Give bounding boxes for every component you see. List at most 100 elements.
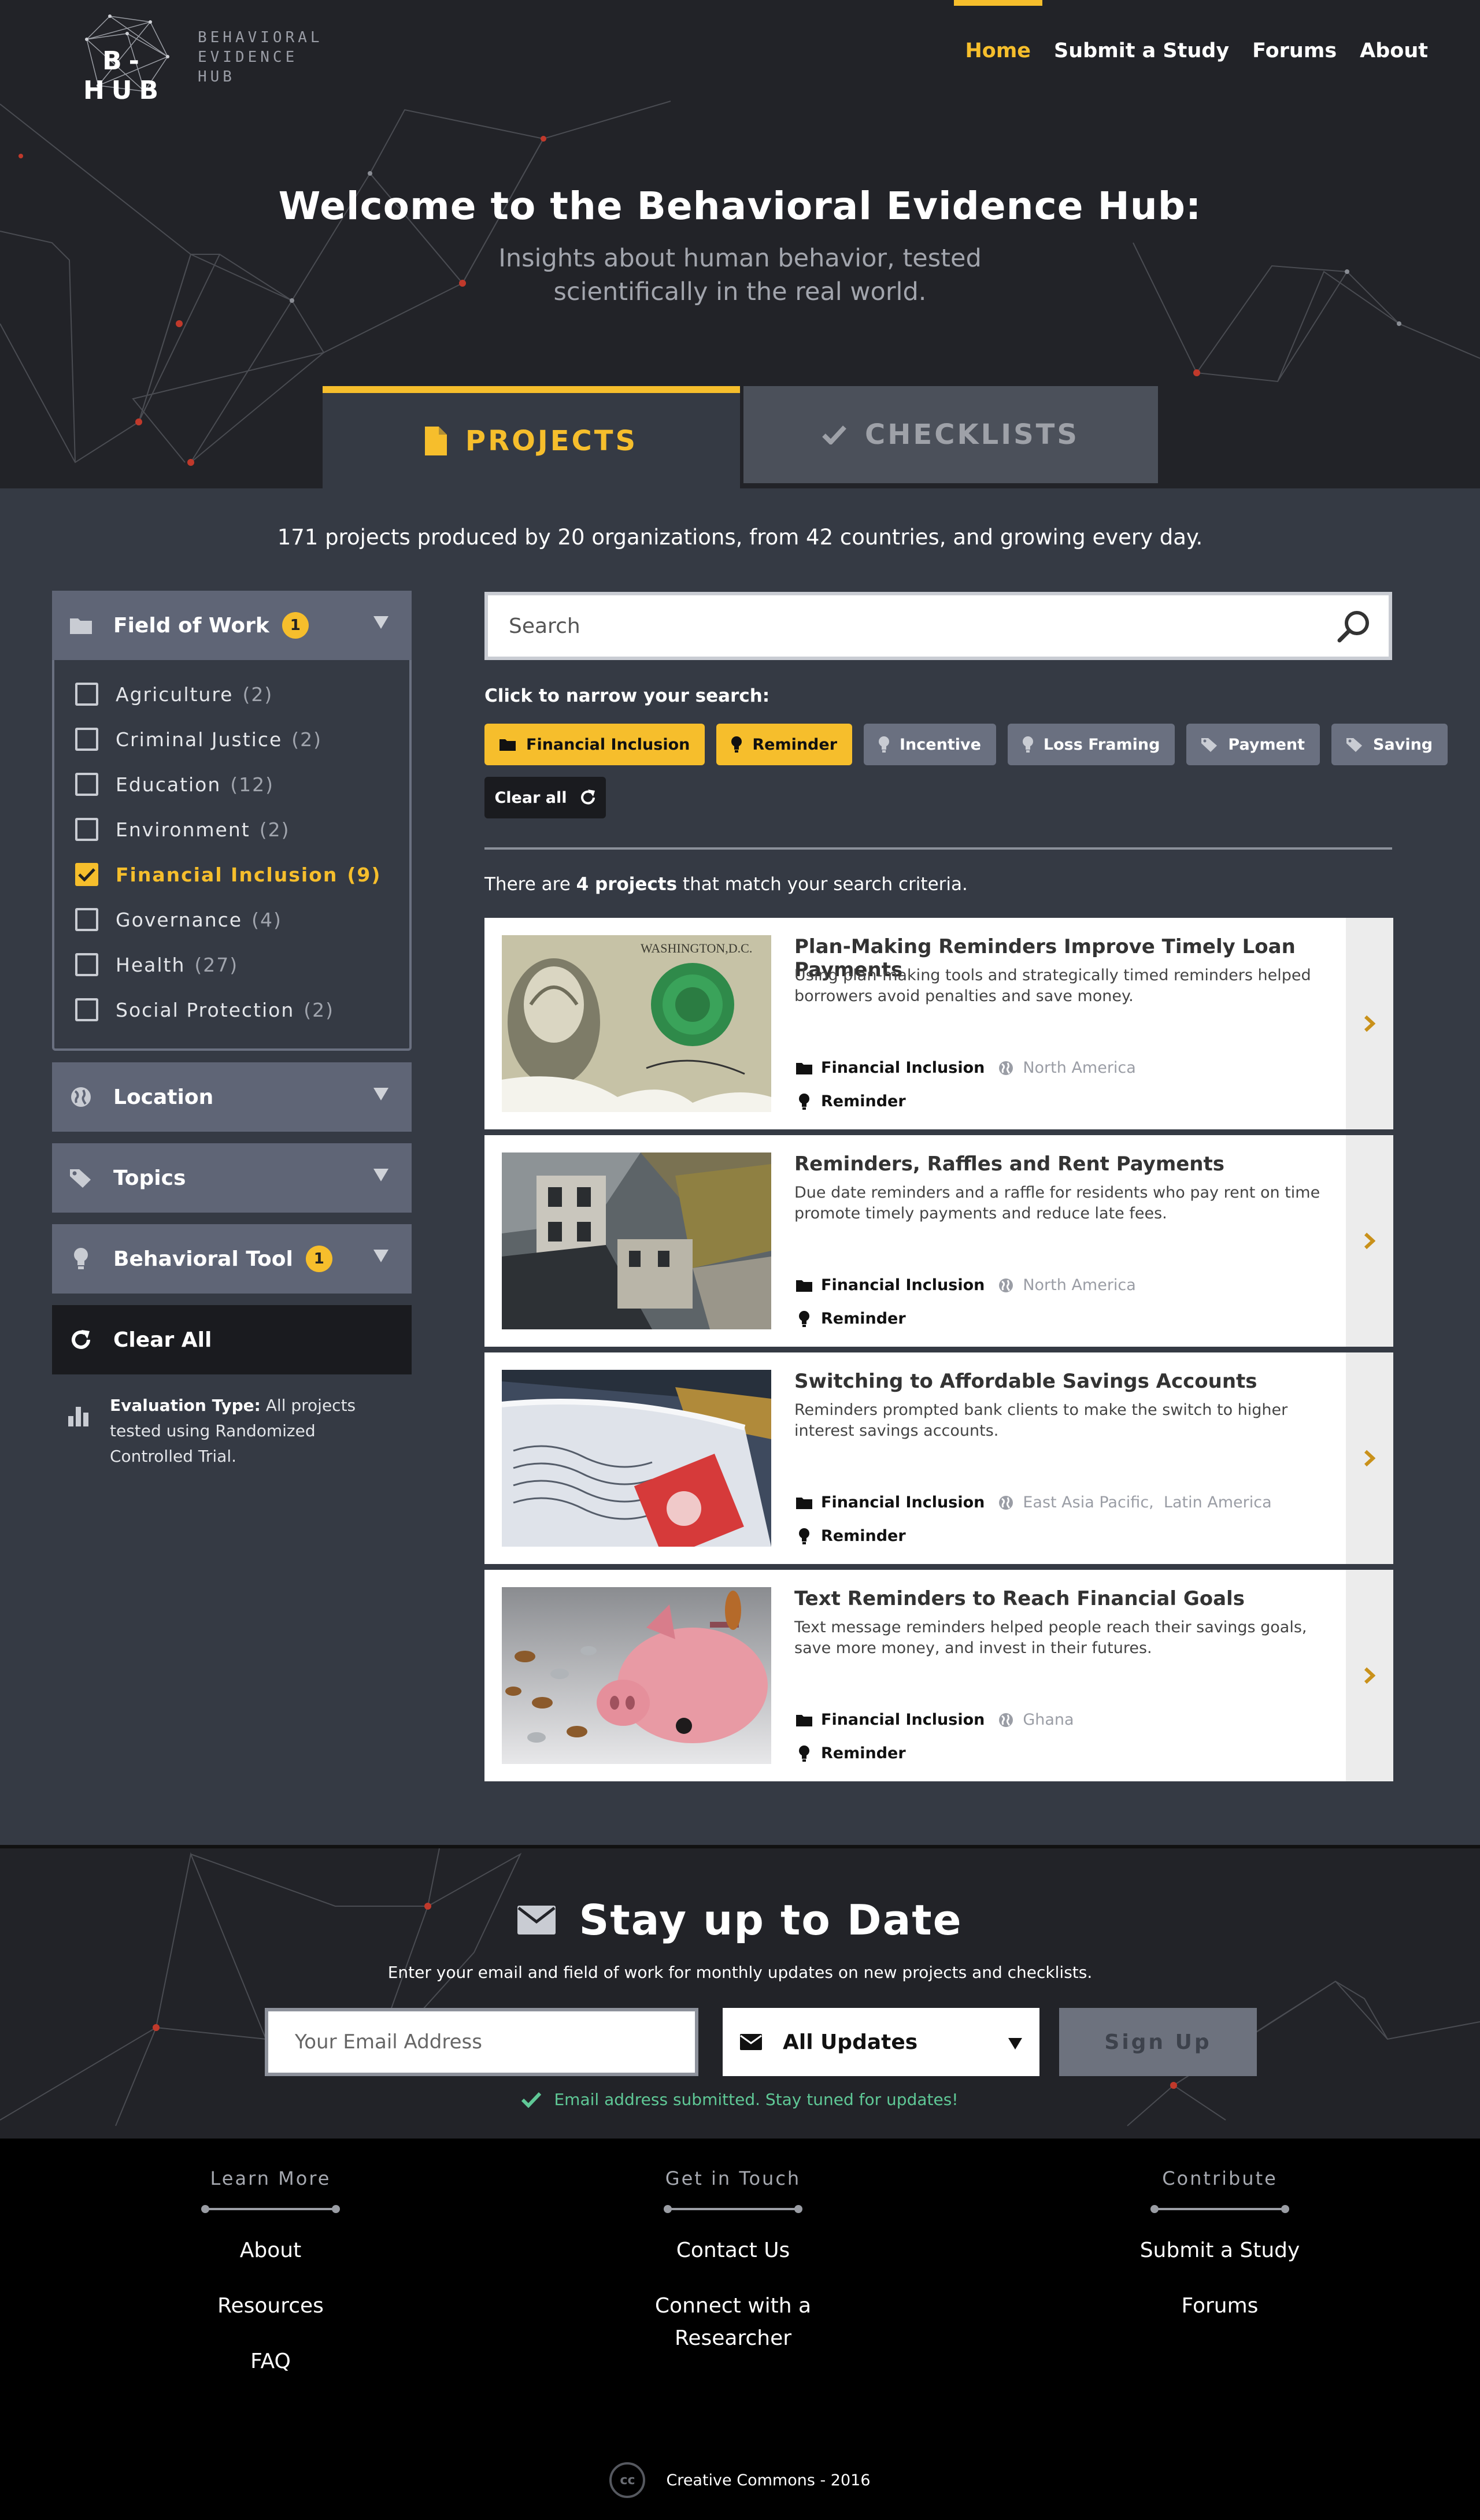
logo[interactable]: B-HUB BEHAVIORAL EVIDENCE HUB xyxy=(64,5,330,105)
facet-location[interactable]: Location xyxy=(52,1062,412,1132)
envelope-icon xyxy=(740,2034,762,2050)
pill-label: Incentive xyxy=(900,735,981,754)
tab-checklists[interactable]: CHECKLISTS xyxy=(743,386,1158,483)
narrow-search-label: Click to narrow your search: xyxy=(484,685,770,706)
globe-icon xyxy=(998,1495,1013,1510)
project-tool: Reminder xyxy=(821,1092,906,1110)
project-meta-tool: Reminder xyxy=(794,1744,906,1762)
filter-count: (27) xyxy=(194,953,239,976)
pill-financial-inclusion[interactable]: Financial Inclusion xyxy=(484,724,705,765)
hero-title: Welcome to the Behavioral Evidence Hub: xyxy=(278,184,1202,228)
newsletter-title: Stay up to Date xyxy=(0,1896,1480,1944)
pill-loss-framing[interactable]: Loss Framing xyxy=(1007,724,1175,765)
sign-up-button[interactable]: Sign Up xyxy=(1059,2008,1257,2076)
facet-title: Topics xyxy=(113,1166,186,1190)
project-title[interactable]: Text Reminders to Reach Financial Goals xyxy=(794,1587,1245,1610)
checkbox[interactable] xyxy=(75,998,98,1021)
newsletter-intro: Enter your email and field of work for m… xyxy=(387,1963,1093,1982)
footer-link-forums[interactable]: Forums xyxy=(1046,2290,1393,2322)
filter-social-protection[interactable]: Social Protection (2) xyxy=(75,992,399,1027)
project-title[interactable]: Reminders, Raffles and Rent Payments xyxy=(794,1152,1224,1176)
logo-full-name: BEHAVIORAL EVIDENCE HUB xyxy=(198,28,323,87)
checkbox-checked[interactable] xyxy=(75,863,98,886)
checkbox[interactable] xyxy=(75,773,98,796)
checkmark-icon xyxy=(78,868,95,881)
footer-divider xyxy=(664,2204,802,2214)
facet-title: Behavioral Tool xyxy=(113,1247,293,1271)
chevron-down-icon xyxy=(373,1088,388,1100)
bar-chart-icon xyxy=(68,1393,89,1469)
chevron-right-icon[interactable] xyxy=(1346,1570,1393,1781)
pill-reminder[interactable]: Reminder xyxy=(716,724,853,765)
filter-label: Social Protection xyxy=(116,998,295,1021)
filter-financial-inclusion[interactable]: Financial Inclusion (9) xyxy=(75,857,399,892)
chevron-right-icon[interactable] xyxy=(1346,1135,1393,1347)
check-icon xyxy=(822,425,846,444)
folder-icon xyxy=(69,617,92,634)
filter-criminal-justice[interactable]: Criminal Justice (2) xyxy=(75,722,399,757)
chevron-right-icon[interactable] xyxy=(1346,1352,1393,1564)
chevron-right-icon[interactable] xyxy=(1346,918,1393,1129)
pill-payment[interactable]: Payment xyxy=(1186,724,1320,765)
project-title[interactable]: Switching to Affordable Savings Accounts xyxy=(794,1370,1257,1393)
facet-behavioral-tool[interactable]: Behavioral Tool 1 xyxy=(52,1224,412,1294)
project-card[interactable]: Switching to Affordable Savings Accounts… xyxy=(484,1352,1393,1564)
email-input[interactable] xyxy=(268,2011,695,2073)
footer-link-about[interactable]: About xyxy=(97,2234,444,2267)
facet-topics[interactable]: Topics xyxy=(52,1143,412,1213)
footer-link-faq[interactable]: FAQ xyxy=(97,2345,444,2378)
filter-health[interactable]: Health (27) xyxy=(75,947,399,982)
filter-count: (2) xyxy=(259,818,290,841)
pill-label: Payment xyxy=(1228,735,1305,754)
footer: Learn More About Resources FAQ Get in To… xyxy=(0,2139,1480,2520)
project-meta-field: Financial Inclusion North America xyxy=(794,1059,1136,1077)
footer-heading: Contribute xyxy=(1162,2167,1278,2189)
filter-pills: Financial Inclusion Reminder Incentive L… xyxy=(484,724,1459,765)
updates-select[interactable]: All Updates xyxy=(723,2008,1039,2076)
filter-agriculture[interactable]: Agriculture (2) xyxy=(75,677,399,711)
search-input[interactable] xyxy=(488,595,1331,657)
pill-saving[interactable]: Saving xyxy=(1331,724,1448,765)
match-summary: There are 4 projects that match your sea… xyxy=(484,874,968,895)
site-stats: 171 projects produced by 20 organization… xyxy=(277,525,1203,550)
clear-all-button[interactable]: Clear all xyxy=(484,777,606,818)
footer-link-resources[interactable]: Resources xyxy=(97,2290,444,2322)
chevron-down-icon xyxy=(373,616,388,629)
checkbox[interactable] xyxy=(75,953,98,976)
tab-projects[interactable]: PROJECTS xyxy=(323,386,740,488)
newsletter-title-text: Stay up to Date xyxy=(579,1896,963,1944)
pill-label: Financial Inclusion xyxy=(526,735,690,754)
lightbulb-icon xyxy=(794,1093,814,1110)
success-text: Email address submitted. Stay tuned for … xyxy=(554,2090,959,2109)
globe-icon xyxy=(69,1087,92,1107)
project-card[interactable]: Reminders, Raffles and Rent Payments Due… xyxy=(484,1135,1393,1347)
footer-link-submit-study[interactable]: Submit a Study xyxy=(1046,2234,1393,2267)
nav-forums[interactable]: Forums xyxy=(1241,0,1348,104)
filter-governance[interactable]: Governance (4) xyxy=(75,902,399,937)
checkbox[interactable] xyxy=(75,818,98,841)
filter-label: Financial Inclusion xyxy=(116,863,338,886)
copyright: cc Creative Commons - 2016 xyxy=(0,2462,1480,2498)
project-card[interactable]: Text Reminders to Reach Financial Goals … xyxy=(484,1570,1393,1781)
search-icon[interactable] xyxy=(1331,609,1377,643)
pill-incentive[interactable]: Incentive xyxy=(864,724,996,765)
facet-field-of-work[interactable]: Field of Work 1 xyxy=(52,591,412,660)
project-tool: Reminder xyxy=(821,1744,906,1762)
footer-link-contact-us[interactable]: Contact Us xyxy=(560,2234,906,2267)
footer-column-contribute: Contribute Submit a Study Forums xyxy=(1046,2167,1393,2345)
nav-home[interactable]: Home xyxy=(953,0,1043,104)
checkbox[interactable] xyxy=(75,683,98,706)
filter-education[interactable]: Education (12) xyxy=(75,767,399,802)
project-meta-field: Financial Inclusion East Asia Pacific, L… xyxy=(794,1494,1272,1511)
nav-about[interactable]: About xyxy=(1348,0,1440,104)
sidebar-clear-all-button[interactable]: Clear All xyxy=(52,1305,412,1374)
checkbox[interactable] xyxy=(75,908,98,931)
checkbox[interactable] xyxy=(75,728,98,751)
chevron-down-icon xyxy=(373,1169,388,1181)
project-card[interactable]: WASHINGTON,D.C. Plan-Making Reminders Im… xyxy=(484,918,1393,1129)
nav-submit-study[interactable]: Submit a Study xyxy=(1042,0,1241,104)
footer-link-connect-researcher[interactable]: Connect with a Researcher xyxy=(646,2290,820,2355)
filter-environment[interactable]: Environment (2) xyxy=(75,812,399,847)
lightbulb-icon xyxy=(69,1248,92,1270)
facet-count-badge: 1 xyxy=(282,612,309,639)
